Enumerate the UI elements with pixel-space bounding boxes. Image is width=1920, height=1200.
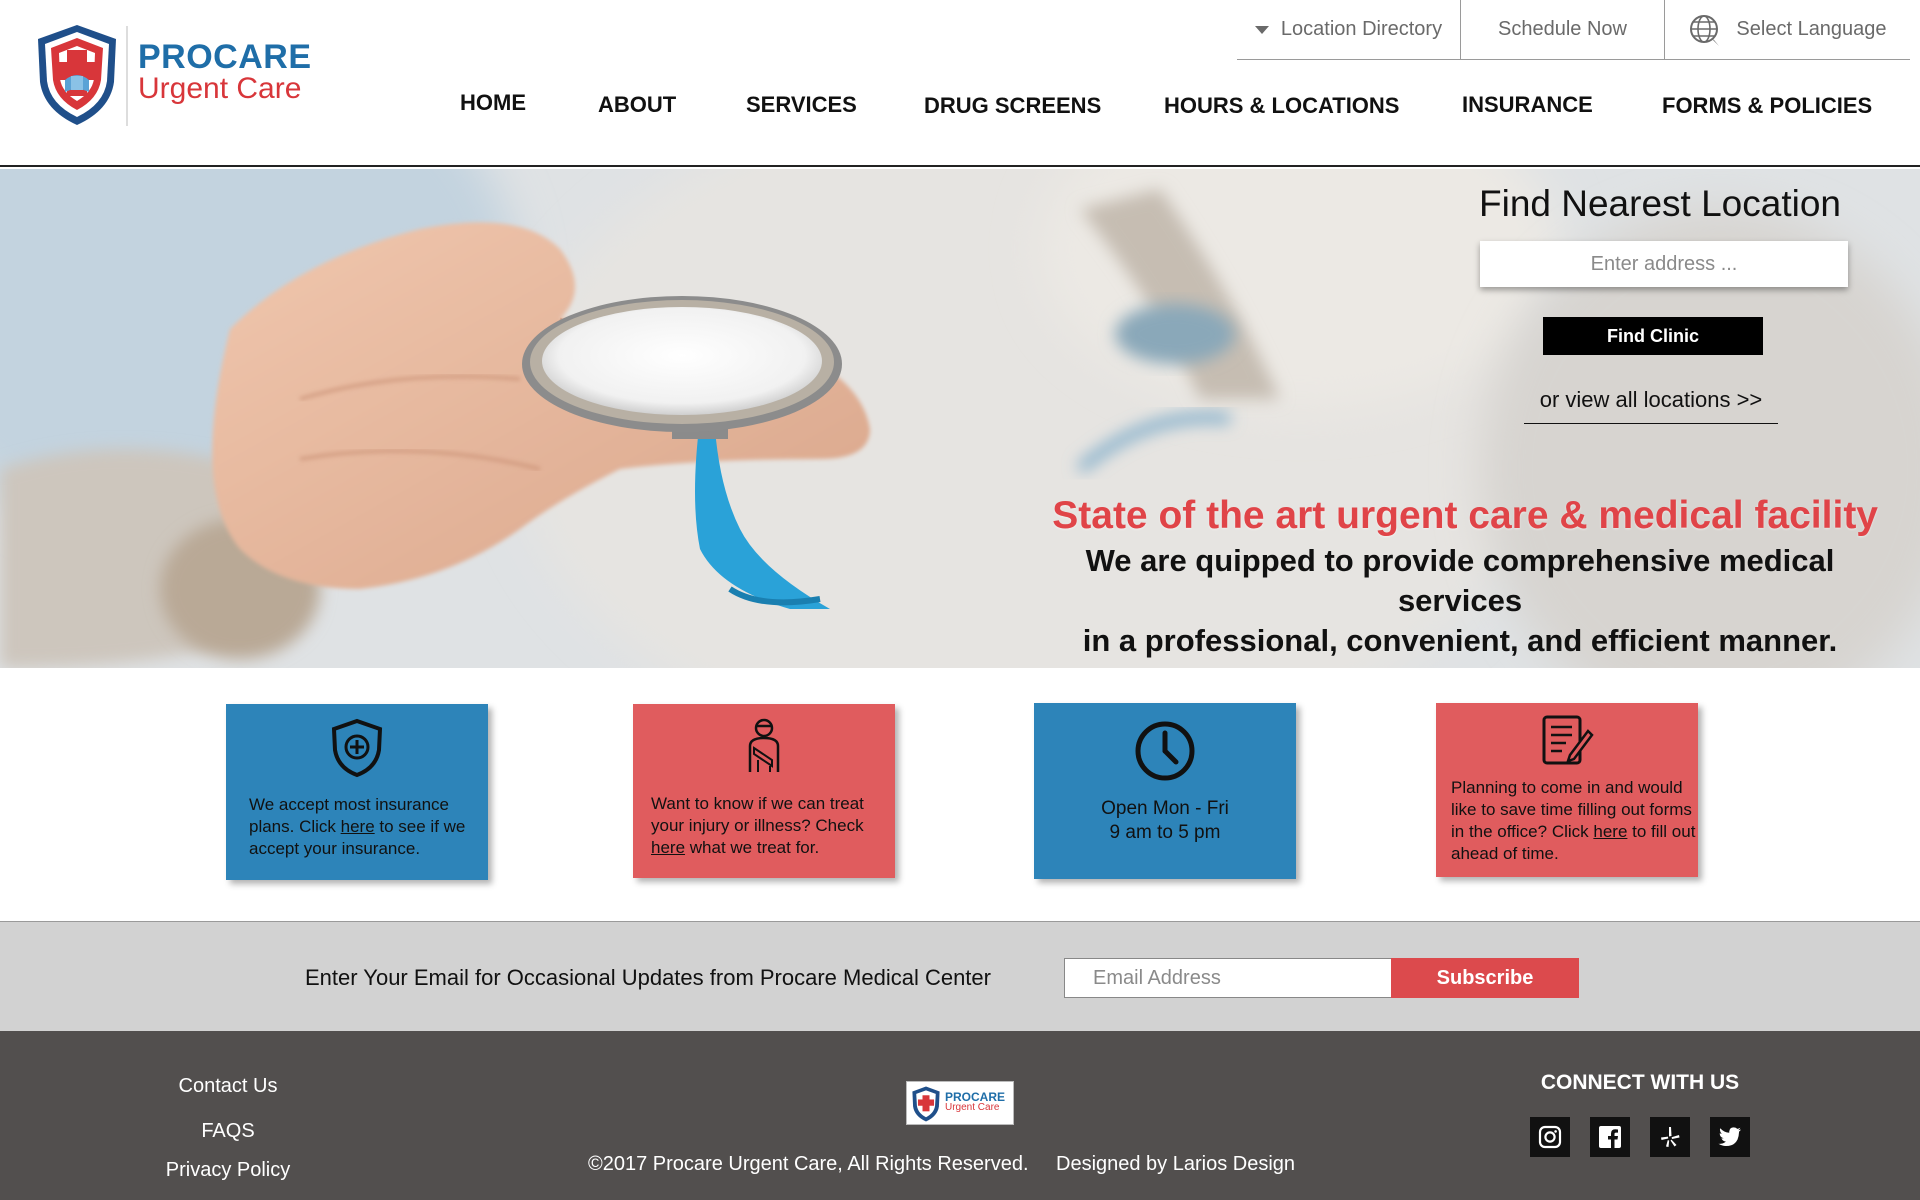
newsletter-bar: Enter Your Email for Occasional Updates … xyxy=(0,921,1920,1031)
designed-by-text: Designed by Larios Design xyxy=(1056,1153,1296,1175)
footer-faqs-link[interactable]: FAQS xyxy=(128,1120,328,1143)
select-language-button[interactable]: Select Language xyxy=(1664,0,1910,59)
footer-shield-logo-icon xyxy=(912,1086,940,1122)
caret-down-icon xyxy=(1254,25,1269,34)
site-header: PROCARE Urgent Care Location Directory S… xyxy=(0,0,1920,167)
facebook-icon xyxy=(1599,1126,1621,1148)
shield-plus-icon xyxy=(331,718,383,778)
newsletter-prompt: Enter Your Email for Occasional Updates … xyxy=(305,965,991,990)
yelp-link[interactable] xyxy=(1650,1117,1690,1157)
nav-item-insurance[interactable]: INSURANCE xyxy=(1462,92,1593,118)
footer-contact-link[interactable]: Contact Us xyxy=(128,1075,328,1098)
view-all-locations-link[interactable]: or view all locations >> xyxy=(1524,387,1778,424)
clock-icon xyxy=(1135,721,1195,781)
insurance-here-link[interactable]: here xyxy=(341,817,375,836)
schedule-now-link[interactable]: Schedule Now xyxy=(1460,0,1664,59)
schedule-now-label: Schedule Now xyxy=(1498,18,1627,40)
nav-item-hours-locations[interactable]: HOURS & LOCATIONS xyxy=(1164,93,1399,119)
forms-card-text: Planning to come in and would like to sa… xyxy=(1451,777,1696,865)
treatment-card-text: Want to know if we can treat your injury… xyxy=(651,793,891,859)
treatment-card: Want to know if we can treat your injury… xyxy=(633,704,895,878)
globe-icon xyxy=(1690,14,1720,46)
hero-headline: State of the art urgent care & medical f… xyxy=(1052,494,1878,537)
shield-logo-icon xyxy=(38,25,116,125)
insurance-card-text: We accept most insurance plans. Click he… xyxy=(249,794,474,860)
subscribe-button[interactable]: Subscribe xyxy=(1391,958,1579,998)
logo-divider xyxy=(126,26,128,126)
nav-item-home[interactable]: HOME xyxy=(460,90,526,116)
forms-card: Planning to come in and would like to sa… xyxy=(1436,703,1698,877)
treatment-card-text-a: Want to know if we can treat your injury… xyxy=(651,794,864,835)
instagram-icon xyxy=(1538,1125,1562,1149)
facebook-link[interactable] xyxy=(1590,1117,1630,1157)
nav-item-drug-screens[interactable]: DRUG SCREENS xyxy=(924,93,1101,119)
email-input[interactable] xyxy=(1064,958,1392,998)
hero-subheadline-line-1: We are quipped to provide comprehensive … xyxy=(1085,543,1835,618)
site-logo[interactable]: PROCARE Urgent Care xyxy=(34,22,334,130)
find-location-title: Find Nearest Location xyxy=(1479,183,1841,224)
hours-times: 9 am to 5 pm xyxy=(1109,822,1221,843)
logo-subname: Urgent Care xyxy=(138,72,302,105)
form-pen-icon xyxy=(1542,715,1594,765)
nav-item-forms-policies[interactable]: FORMS & POLICIES xyxy=(1662,93,1872,119)
hero-subheadline-line-2: in a professional, convenient, and effic… xyxy=(1082,623,1838,658)
hours-days: Open Mon - Fri xyxy=(1101,798,1229,819)
nav-item-services[interactable]: SERVICES xyxy=(746,92,857,118)
hours-card-text: Open Mon - Fri 9 am to 5 pm xyxy=(1034,797,1296,845)
location-directory-label: Location Directory xyxy=(1280,18,1443,40)
hours-card: Open Mon - Fri 9 am to 5 pm xyxy=(1034,703,1296,879)
hero-subheadline: We are quipped to provide comprehensive … xyxy=(960,541,1900,661)
find-clinic-button[interactable]: Find Clinic xyxy=(1543,317,1763,355)
utility-nav: Location Directory Schedule Now Select L… xyxy=(1237,0,1910,60)
select-language-label: Select Language xyxy=(1736,18,1887,40)
insurance-card: We accept most insurance plans. Click he… xyxy=(226,704,488,880)
nav-item-about[interactable]: ABOUT xyxy=(598,92,676,118)
twitter-link[interactable] xyxy=(1710,1117,1750,1157)
connect-heading: CONNECT WITH US xyxy=(1540,1071,1740,1094)
instagram-link[interactable] xyxy=(1530,1117,1570,1157)
address-input[interactable] xyxy=(1480,241,1848,287)
twitter-icon xyxy=(1718,1127,1741,1146)
forms-here-link[interactable]: here xyxy=(1593,822,1627,841)
yelp-icon xyxy=(1661,1127,1680,1147)
hero-banner: Find Nearest Location Find Clinic or vie… xyxy=(0,169,1920,668)
footer-logo[interactable]: PROCARE Urgent Care xyxy=(906,1081,1014,1125)
site-footer: Contact Us FAQS Privacy Policy PROCARE U… xyxy=(0,1031,1920,1200)
treatment-card-text-b: what we treat for. xyxy=(685,838,820,857)
injured-person-icon xyxy=(748,718,780,772)
footer-privacy-link[interactable]: Privacy Policy xyxy=(128,1159,328,1182)
page: PROCARE Urgent Care Location Directory S… xyxy=(0,0,1920,1200)
treatment-here-link[interactable]: here xyxy=(651,838,685,857)
footer-logo-subname: Urgent Care xyxy=(945,1102,1000,1113)
copyright-text: ©2017 Procare Urgent Care, All Rights Re… xyxy=(588,1153,1029,1175)
location-directory-dropdown[interactable]: Location Directory xyxy=(1237,0,1460,59)
